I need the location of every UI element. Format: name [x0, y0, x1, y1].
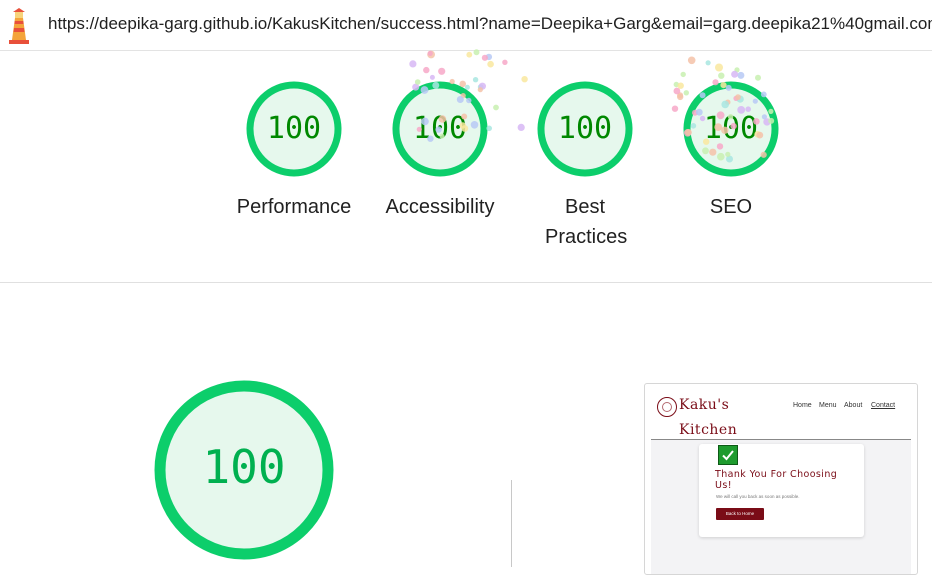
accessibility-score: 100: [412, 111, 468, 146]
overall-score: 100: [202, 440, 286, 494]
performance-score: 100: [266, 111, 322, 146]
confetti-dot: [517, 123, 525, 131]
confetti-dot: [673, 87, 681, 95]
confetti-dot: [427, 50, 433, 57]
best-practices-score: 100: [557, 111, 613, 146]
confetti-dot: [487, 60, 494, 68]
vertical-divider: [511, 480, 512, 567]
nav-menu: Menu: [819, 402, 837, 409]
page-url[interactable]: https://deepika-garg.github.io/KakusKitc…: [48, 14, 932, 34]
confetti-dot: [755, 74, 761, 81]
seo-label: SEO: [709, 196, 753, 218]
success-subtitle: We will call you back as soon as possibl…: [716, 494, 800, 499]
section-divider: [0, 282, 932, 283]
confetti-dot: [409, 60, 417, 68]
confetti-dot: [502, 59, 508, 65]
success-title: Thank You For Choosing Us!: [715, 469, 838, 491]
confetti-dot: [427, 50, 435, 59]
best-practices-label: Best Practices: [545, 196, 628, 248]
back-home-button: Back to Home: [716, 508, 764, 520]
gauge-performance[interactable]: 100: [246, 81, 342, 177]
accessibility-label: Accessibility: [385, 196, 495, 218]
confetti-dot: [481, 54, 488, 61]
confetti-dot: [731, 70, 739, 78]
gauge-seo[interactable]: 100: [683, 81, 779, 177]
confetti-dot: [705, 60, 711, 66]
final-screenshot[interactable]: Kaku's Kitchen Home Menu About Contact T…: [644, 383, 918, 575]
kitchen-logo-icon: [657, 397, 677, 417]
confetti-dot: [687, 56, 696, 65]
nav-contact: Contact: [871, 402, 896, 409]
performance-label: Performance: [236, 196, 352, 218]
confetti-dot: [466, 51, 473, 58]
confetti-dot: [423, 66, 430, 74]
confetti-dot: [671, 105, 679, 112]
confetti-dot: [737, 71, 745, 79]
confetti-dot: [493, 104, 499, 111]
confetti-dot: [718, 72, 725, 79]
url-bar: https://deepika-garg.github.io/KakusKitc…: [0, 0, 932, 51]
confetti-dot: [429, 74, 435, 80]
confetti-dot: [521, 76, 528, 83]
seo-score: 100: [703, 111, 759, 146]
overall-score-gauge: 100: [154, 380, 334, 560]
confetti-dot: [673, 81, 679, 88]
brand-name: Kaku's Kitchen: [679, 397, 738, 438]
nav-home: Home: [793, 402, 812, 409]
confetti-dot: [485, 53, 493, 61]
confetti-dot: [715, 63, 723, 72]
nav-about: About: [844, 402, 863, 409]
checkmark-icon: [718, 445, 738, 465]
confetti-dot: [734, 67, 740, 73]
gauge-best-practices[interactable]: 100: [537, 81, 633, 177]
gauge-accessibility[interactable]: 100: [392, 81, 488, 177]
confetti-dot: [680, 71, 686, 78]
lighthouse-icon: [9, 8, 29, 44]
confetti-dot: [438, 67, 446, 75]
